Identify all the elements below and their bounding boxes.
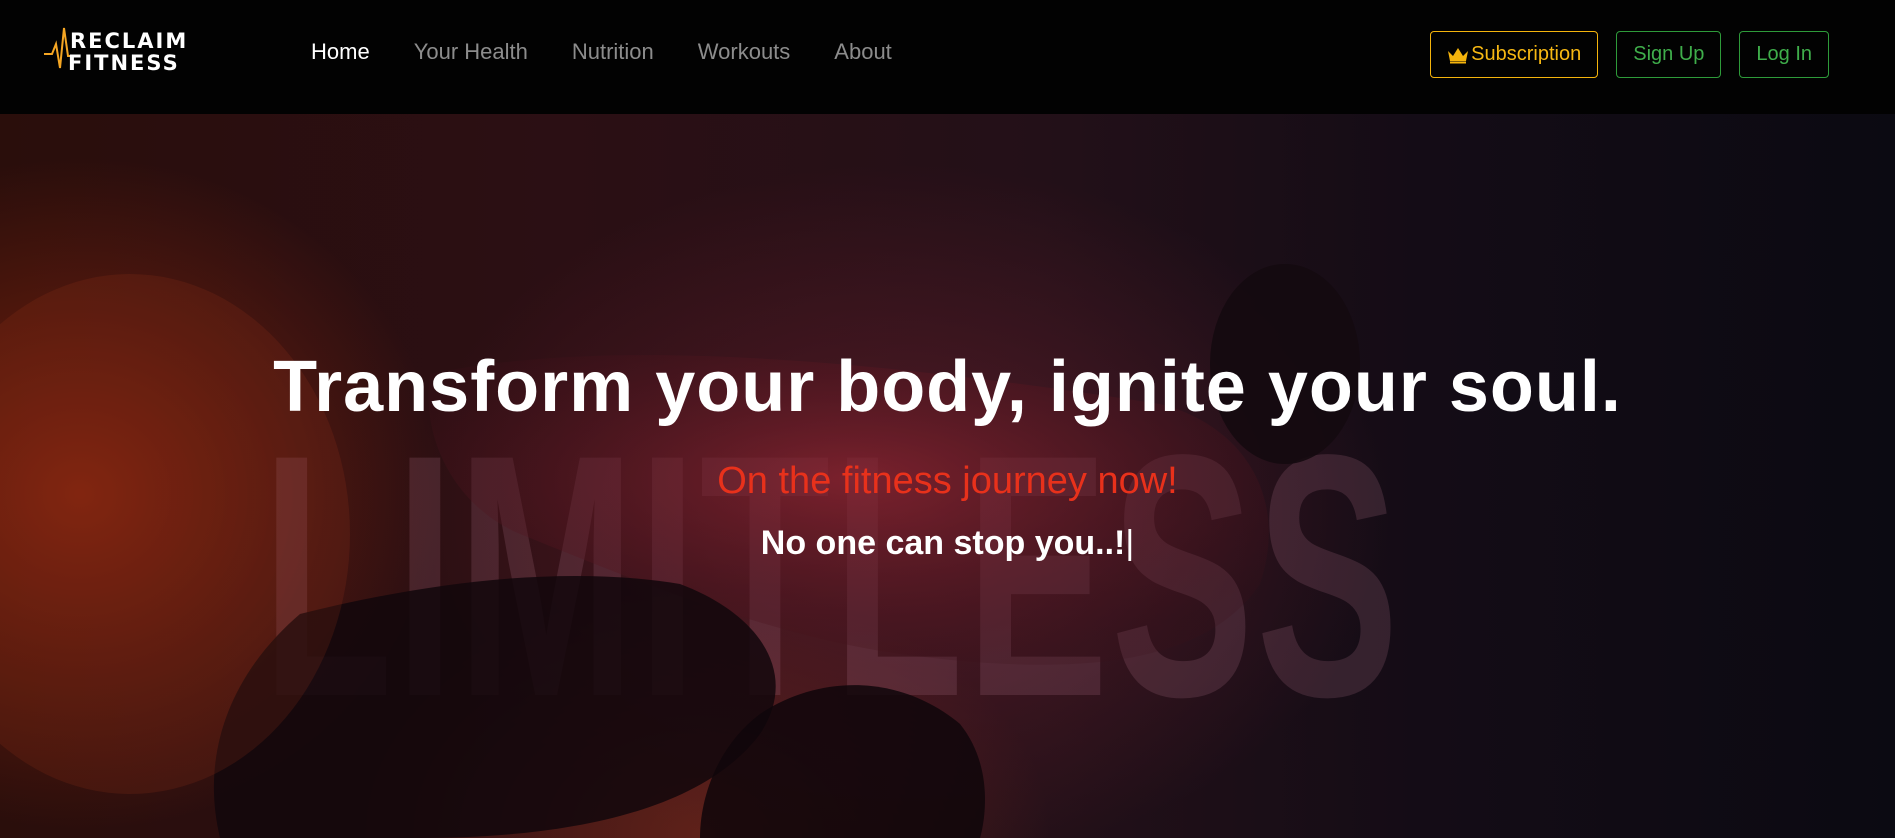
sign-up-button[interactable]: Sign Up [1616, 31, 1722, 78]
nav-actions: Subscription Sign Up Log In [1430, 31, 1829, 78]
top-navbar: RECLAIM FITNESS Home Your Health Nutriti… [0, 0, 1895, 114]
nav-link-about[interactable]: About [834, 36, 892, 68]
log-in-button[interactable]: Log In [1739, 31, 1829, 78]
main-nav: Home Your Health Nutrition Workouts Abou… [311, 36, 936, 68]
hero-headline: Transform your body, ignite your soul. [273, 347, 1622, 427]
hero-tagline-text: No one can stop you..! [760, 524, 1126, 562]
subscription-button[interactable]: Subscription [1430, 31, 1599, 78]
hero-tagline: No one can stop you..!| [0, 524, 1895, 563]
brand-name-line1: RECLAIM [70, 29, 189, 53]
nav-link-home[interactable]: Home [311, 36, 370, 68]
typing-cursor: | [1125, 524, 1135, 562]
nav-link-your-health[interactable]: Your Health [414, 36, 528, 68]
hero-section: LIMITLESS Transform your body, ignite yo… [0, 114, 1895, 838]
brand-logo[interactable]: RECLAIM FITNESS [44, 22, 204, 78]
subscription-label: Subscription [1471, 43, 1582, 65]
nav-link-workouts[interactable]: Workouts [698, 36, 791, 68]
nav-link-nutrition[interactable]: Nutrition [572, 36, 654, 68]
hero-subheadline: On the fitness journey now! [717, 460, 1178, 502]
brand-name-line2: FITNESS [68, 51, 180, 75]
crown-icon [1447, 46, 1469, 64]
